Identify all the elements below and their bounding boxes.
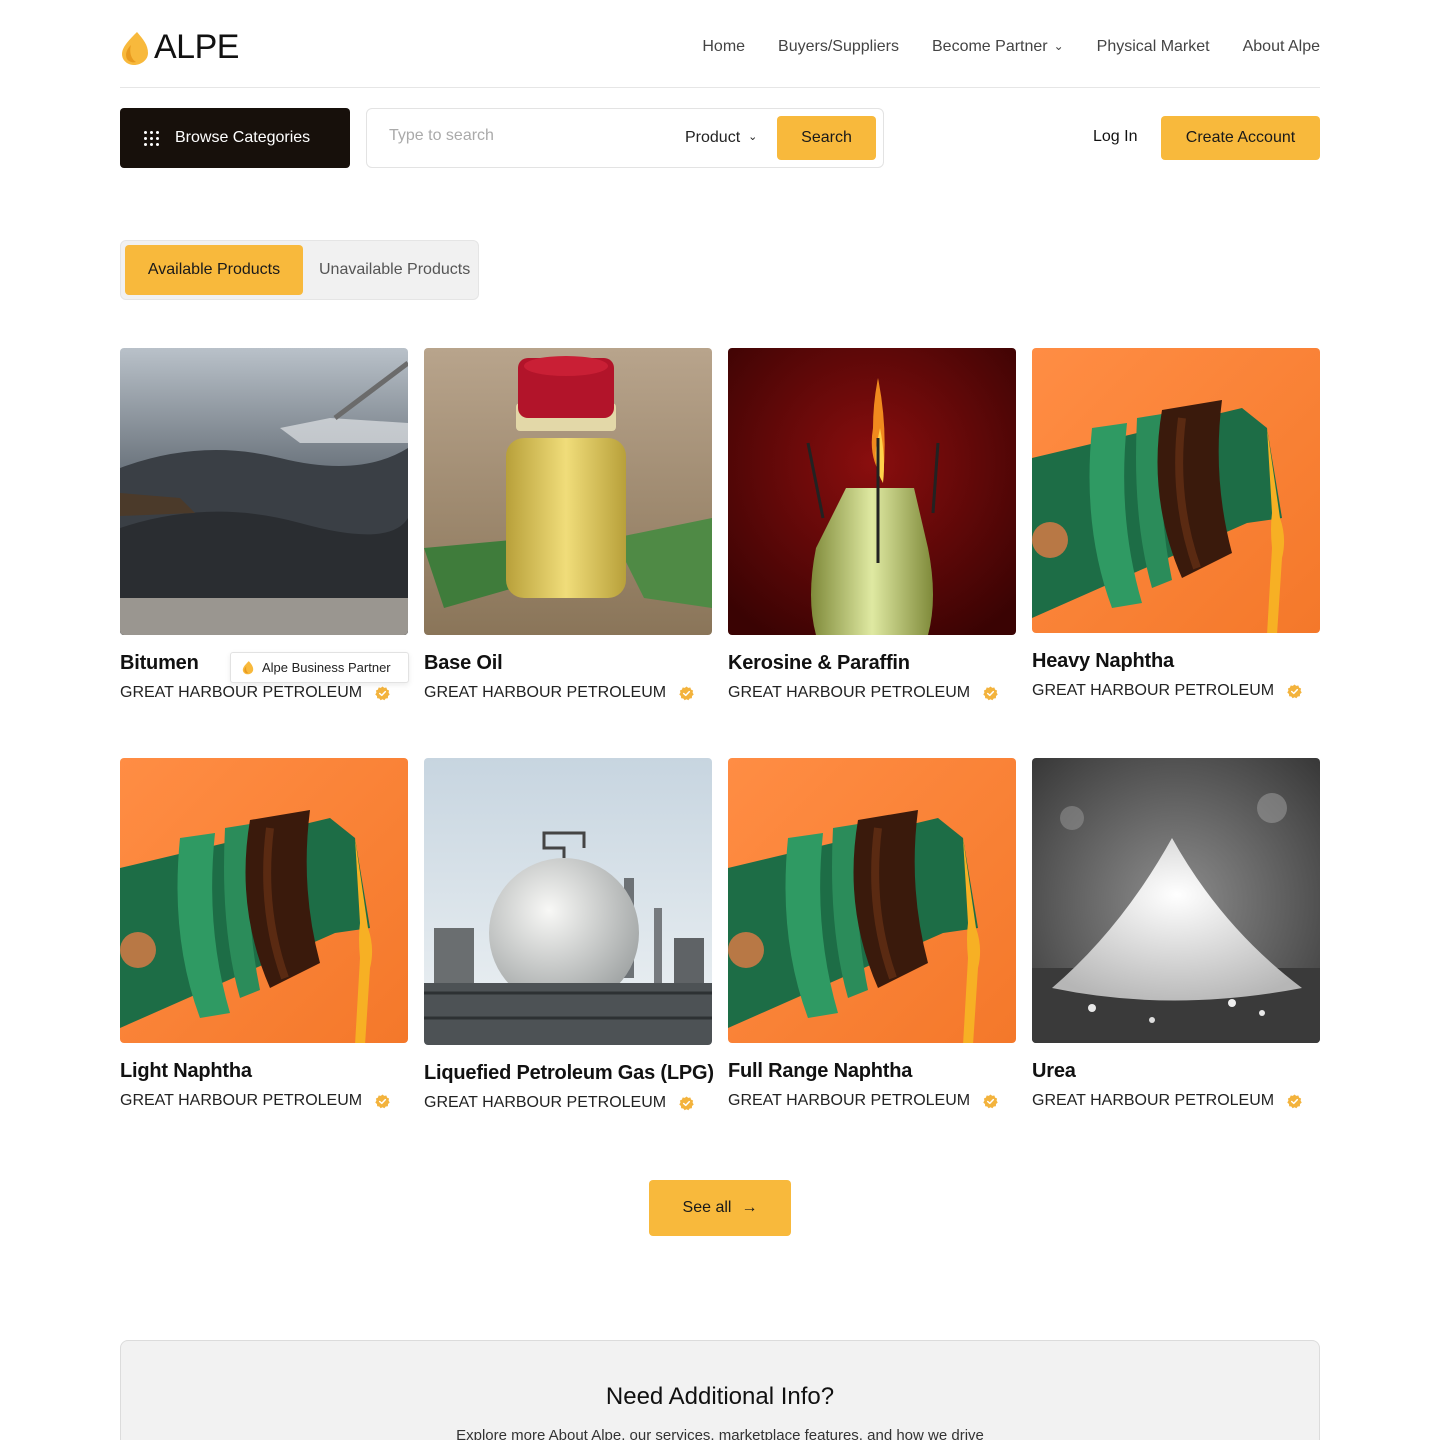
- nav-become-partner[interactable]: Become Partner ⌄: [932, 38, 1064, 56]
- product-card[interactable]: Full Range Naphtha GREAT HARBOUR PETROLEU…: [728, 758, 1016, 1110]
- search-input[interactable]: [389, 127, 649, 145]
- product-seller: GREAT HARBOUR PETROLEUM: [1032, 682, 1320, 700]
- nav-become-partner-label: Become Partner: [932, 38, 1048, 55]
- product-seller: GREAT HARBOUR PETROLEUM: [120, 1092, 408, 1110]
- product-name[interactable]: Heavy Naphtha: [1032, 650, 1320, 673]
- product-image[interactable]: [120, 758, 408, 1043]
- seller-name[interactable]: GREAT HARBOUR PETROLEUM: [120, 1092, 362, 1110]
- logo[interactable]: ALPE: [120, 28, 239, 67]
- seller-name[interactable]: GREAT HARBOUR PETROLEUM: [424, 684, 666, 702]
- main-nav: Home Buyers/Suppliers Become Partner ⌄ Ph…: [702, 38, 1320, 56]
- site-header: ALPE Home Buyers/Suppliers Become Partne…: [120, 0, 1320, 88]
- arrow-right-icon: →: [741, 1199, 758, 1216]
- product-image[interactable]: [1032, 348, 1320, 633]
- product-card[interactable]: Urea GREAT HARBOUR PETROLEUM: [1032, 758, 1320, 1110]
- product-seller: GREAT HARBOUR PETROLEUM: [728, 684, 1016, 702]
- product-name[interactable]: Kerosine & Paraffin: [728, 652, 1016, 675]
- tab-available-products[interactable]: Available Products: [125, 245, 303, 295]
- tab-unavailable-products[interactable]: Unavailable Products: [319, 245, 470, 295]
- verified-badge-icon: [983, 685, 998, 700]
- product-card[interactable]: Bitumen GREAT HARBOUR PETROLEUM: [120, 348, 408, 702]
- partner-tooltip: Alpe Business Partner: [230, 652, 409, 683]
- seller-name[interactable]: GREAT HARBOUR PETROLEUM: [424, 1094, 666, 1112]
- product-select[interactable]: Product ⌄: [685, 129, 757, 147]
- product-name[interactable]: Base Oil: [424, 652, 712, 675]
- nav-home[interactable]: Home: [702, 38, 745, 56]
- seller-name[interactable]: GREAT HARBOUR PETROLEUM: [1032, 682, 1274, 700]
- seller-name[interactable]: GREAT HARBOUR PETROLEUM: [120, 684, 362, 702]
- nav-about-alpe[interactable]: About Alpe: [1243, 38, 1320, 56]
- product-seller: GREAT HARBOUR PETROLEUM: [728, 1092, 1016, 1110]
- product-card[interactable]: Heavy Naphtha GREAT HARBOUR PETROLEUM: [1032, 348, 1320, 700]
- info-title: Need Additional Info?: [605, 1383, 835, 1410]
- search-button[interactable]: Search: [777, 116, 876, 160]
- verified-badge-icon: [1287, 1093, 1302, 1108]
- see-all-label: See all: [682, 1199, 732, 1216]
- grid-icon: [144, 130, 159, 146]
- product-name[interactable]: Urea: [1032, 1060, 1320, 1083]
- product-image[interactable]: [728, 758, 1016, 1043]
- product-card[interactable]: Kerosine & Paraffin GREAT HARBOUR PETROLE…: [728, 348, 1016, 702]
- verified-badge-icon: [679, 685, 694, 700]
- browse-categories-button[interactable]: Browse Categories: [120, 108, 350, 168]
- verified-badge-icon: [983, 1093, 998, 1108]
- product-name[interactable]: Light Naphtha: [120, 1060, 408, 1083]
- product-card[interactable]: Liquefied Petroleum Gas (LPG) GREAT HARBO…: [424, 758, 714, 1112]
- chevron-down-icon: ⌄: [748, 131, 758, 143]
- info-text: Explore more About Alpe, our services, m…: [456, 1427, 984, 1440]
- verified-badge-icon: [375, 685, 390, 700]
- tooltip-text: Alpe Business Partner: [262, 660, 391, 675]
- chevron-down-icon: ⌄: [1053, 39, 1064, 53]
- product-name[interactable]: Liquefied Petroleum Gas (LPG): [424, 1062, 714, 1085]
- product-card[interactable]: Base Oil GREAT HARBOUR PETROLEUM: [424, 348, 712, 702]
- product-card[interactable]: Light Naphtha GREAT HARBOUR PETROLEUM: [120, 758, 408, 1110]
- verified-badge-icon: [679, 1095, 694, 1110]
- search-bar: Product ⌄ Search: [366, 108, 884, 168]
- create-account-button[interactable]: Create Account: [1161, 116, 1320, 160]
- product-image[interactable]: [1032, 758, 1320, 1043]
- seller-name[interactable]: GREAT HARBOUR PETROLEUM: [1032, 1092, 1274, 1110]
- product-select-label: Product: [685, 129, 741, 146]
- verified-badge-icon: [375, 1093, 390, 1108]
- product-image[interactable]: [728, 348, 1016, 635]
- product-availability-tabs: Available Products Unavailable Products: [120, 240, 479, 300]
- verified-badge-icon: [1287, 683, 1302, 698]
- additional-info-panel: Need Additional Info? Explore more About…: [120, 1340, 1320, 1440]
- product-seller: GREAT HARBOUR PETROLEUM: [1032, 1092, 1320, 1110]
- product-seller: GREAT HARBOUR PETROLEUM: [120, 684, 408, 702]
- product-image[interactable]: [120, 348, 408, 635]
- product-image[interactable]: [424, 348, 712, 635]
- logo-text: ALPE: [154, 28, 239, 66]
- nav-physical-market[interactable]: Physical Market: [1097, 38, 1210, 56]
- product-image[interactable]: [424, 758, 712, 1045]
- product-name[interactable]: Full Range Naphtha: [728, 1060, 1016, 1083]
- product-seller: GREAT HARBOUR PETROLEUM: [424, 684, 712, 702]
- toolbar: Browse Categories Product ⌄ Search Log In…: [120, 108, 1320, 168]
- login-link[interactable]: Log In: [1093, 128, 1137, 146]
- alpe-drop-icon: [122, 31, 148, 65]
- nav-buyers-suppliers[interactable]: Buyers/Suppliers: [778, 38, 899, 56]
- see-all-button[interactable]: See all →: [649, 1180, 791, 1236]
- seller-name[interactable]: GREAT HARBOUR PETROLEUM: [728, 1092, 970, 1110]
- alpe-drop-icon: [242, 661, 254, 675]
- product-seller: GREAT HARBOUR PETROLEUM: [424, 1094, 712, 1112]
- browse-categories-label: Browse Categories: [175, 129, 311, 146]
- seller-name[interactable]: GREAT HARBOUR PETROLEUM: [728, 684, 970, 702]
